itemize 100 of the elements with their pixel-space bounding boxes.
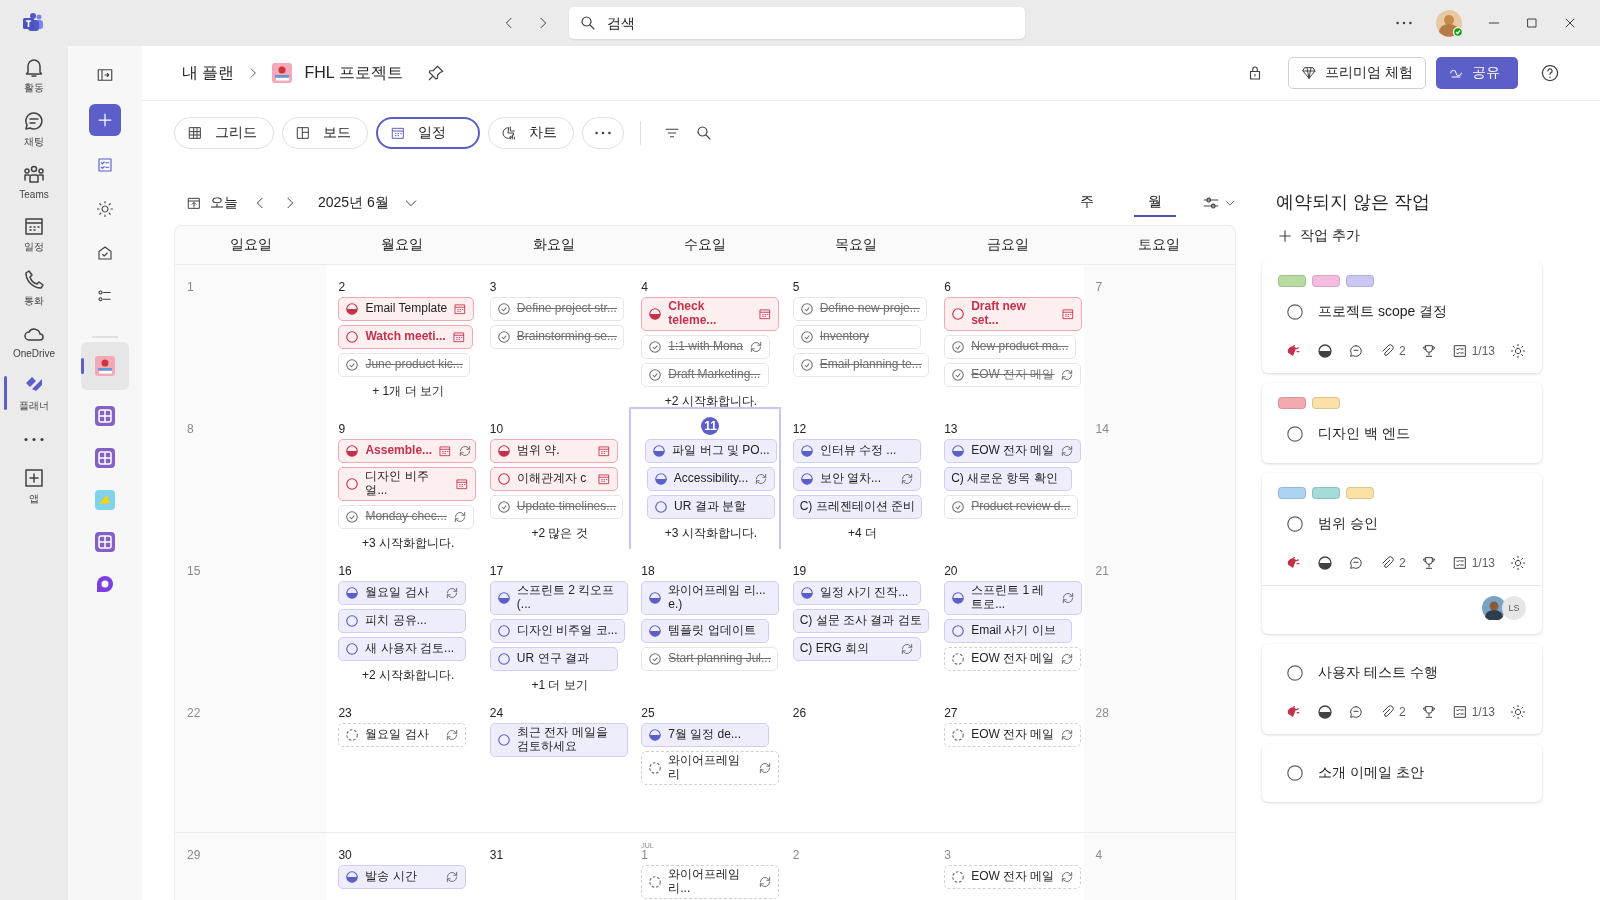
task-card[interactable]: 프로젝트 scope 결정 2 1/13 — [1262, 261, 1543, 373]
task-pill[interactable]: 스프린트 2 킥오프 (... — [489, 581, 628, 615]
task-pill[interactable]: 일정 사기 진작... — [792, 581, 921, 605]
help-icon[interactable] — [1540, 63, 1560, 83]
task-card[interactable]: 소개 이메일 초안 — [1262, 744, 1543, 802]
task-pill[interactable]: 와이어프레임 리... e.) — [641, 581, 780, 615]
today-button[interactable]: 오늘 — [186, 194, 238, 212]
task-pill[interactable]: 디자인 비주얼 코... — [489, 618, 625, 643]
scale-tab[interactable]: 주 — [1066, 189, 1108, 217]
task-pill[interactable]: 범위 약. — [489, 439, 618, 463]
circle-icon[interactable] — [1286, 764, 1304, 782]
task-pill[interactable]: UR 연구 결과 — [489, 646, 618, 671]
more-link[interactable]: +1 더 보기 — [531, 676, 588, 694]
task-pill[interactable]: 피치 공유... — [338, 609, 467, 633]
task-pill[interactable]: Email 사기 이브 — [944, 618, 1073, 643]
task-card[interactable]: 디자인 백 엔드 — [1262, 383, 1543, 463]
plan-item[interactable] — [81, 342, 129, 390]
view-tab[interactable]: 보드 — [282, 117, 368, 149]
task-pill[interactable]: UR 결과 분할 — [647, 495, 775, 519]
task-pill[interactable]: EOW 전자 메일 — [944, 362, 1082, 387]
task-pill[interactable]: 인터뷰 수정 ... — [792, 439, 921, 463]
task-pill[interactable]: Monday chec... — [338, 504, 474, 529]
app-rail-item[interactable]: 통화 — [0, 265, 68, 311]
more-link[interactable]: +4 더 — [847, 525, 877, 542]
task-pill[interactable]: Define project str... — [489, 297, 624, 321]
app-rail-item[interactable]: Teams — [0, 160, 68, 203]
sun-icon[interactable] — [96, 200, 114, 218]
task-pill[interactable]: 이해관계자 c — [489, 467, 618, 491]
task-pill[interactable]: 월요일 검사 — [338, 581, 467, 605]
task-pill[interactable]: 템플릿 업데이트 — [641, 618, 770, 643]
task-pill[interactable]: Brainstorming se... — [489, 325, 624, 349]
task-pill[interactable]: Update timelines... — [489, 495, 624, 519]
more-link[interactable]: +2 많은 것 — [531, 525, 588, 542]
task-pill[interactable]: Watch meeti... — [338, 325, 473, 349]
more-icon[interactable] — [1396, 21, 1412, 25]
task-pill[interactable]: Email planning te... — [792, 353, 929, 377]
task-pill[interactable]: Assemble... — [338, 439, 477, 463]
user-avatar[interactable] — [1434, 8, 1464, 38]
maximize-icon[interactable] — [1524, 15, 1540, 31]
app-rail-item[interactable]: 활동 — [0, 52, 68, 98]
premium-button[interactable]: 프리미엄 체험 — [1288, 57, 1426, 89]
task-pill[interactable]: Start planning Jul... — [641, 646, 778, 671]
task-pill[interactable]: Inventory — [792, 325, 921, 349]
task-pill[interactable]: 새 사용자 검토... — [338, 637, 467, 661]
more-link[interactable]: +2 시작화합니다. — [664, 392, 758, 410]
task-card[interactable]: 범위 승인 2 1/13 LS — [1262, 473, 1543, 634]
task-pill[interactable]: Define new proje... — [792, 297, 927, 321]
share-button[interactable]: 공유 — [1436, 57, 1518, 89]
task-pill[interactable]: 발송 시간 — [338, 865, 467, 889]
home-check-icon[interactable] — [96, 244, 114, 262]
task-pill[interactable]: Email Template — [338, 297, 475, 321]
app-rail-item[interactable]: 일정 — [0, 211, 68, 257]
task-pill[interactable]: 와이어프레임 리 — [641, 751, 780, 785]
checklist-icon[interactable] — [96, 156, 114, 174]
task-pill[interactable]: EOW 전자 메일 — [944, 439, 1082, 463]
task-pill[interactable]: Draft Marketing... — [641, 362, 770, 387]
task-pill[interactable]: C) ERG 회의 — [792, 637, 921, 661]
task-pill[interactable]: 월요일 검사 — [338, 723, 467, 747]
task-pill[interactable]: C) 설문 조사 결과 검토 — [792, 609, 929, 633]
task-pill[interactable]: 7월 일정 de... — [641, 723, 770, 747]
task-pill[interactable]: 1:1 with Mona — [641, 334, 770, 359]
circle-icon[interactable] — [1286, 515, 1304, 533]
search-icon[interactable] — [695, 124, 713, 142]
task-pill[interactable]: EOW 전자 메일 — [944, 723, 1082, 747]
more-link[interactable]: +3 시작화합니다. — [361, 534, 455, 552]
app-rail-item[interactable]: 플래너 — [0, 370, 68, 416]
task-pill[interactable]: 최근 전자 메일을 검토하세요 — [489, 723, 628, 757]
add-button[interactable] — [89, 104, 121, 136]
add-task-button[interactable]: 작업 추가 — [1276, 227, 1544, 245]
task-pill[interactable]: Check teleme... — [641, 297, 780, 331]
scale-tab[interactable]: 월 — [1134, 189, 1176, 217]
task-pill[interactable]: 스프린트 1 레트로... — [944, 581, 1083, 615]
breadcrumb-link[interactable]: 내 플랜 — [182, 62, 235, 84]
app-rail-item[interactable]: 앱 — [0, 463, 68, 509]
task-pill[interactable]: C) 프레젠테이션 준비 — [792, 495, 923, 519]
view-tab[interactable]: 일정 — [376, 117, 480, 149]
task-pill[interactable]: Product review d... — [944, 495, 1078, 519]
view-tab[interactable]: 그리드 — [174, 117, 274, 149]
search-field[interactable]: 검색 — [569, 7, 1025, 39]
task-pill[interactable]: Draft new set... — [944, 297, 1083, 331]
month-picker[interactable]: 2025년 6월 — [318, 194, 419, 212]
task-pill[interactable]: 디자인 비주얼... — [338, 467, 477, 501]
sidebar-toggle-icon[interactable] — [96, 66, 114, 84]
search-input[interactable]: 검색 — [605, 14, 1015, 32]
circle-icon[interactable] — [1286, 425, 1304, 443]
task-pill[interactable]: 와이어프레임 리... — [641, 865, 780, 899]
app-rail-item[interactable]: 채팅 — [0, 106, 68, 152]
task-pill[interactable]: June product kic... — [338, 353, 470, 377]
more-link[interactable]: +3 시작화합니다. — [664, 525, 758, 542]
task-card[interactable]: 사용자 테스트 수행 2 1/13 — [1262, 644, 1543, 734]
circle-icon[interactable] — [1286, 664, 1304, 682]
task-pill[interactable]: New product ma... — [944, 334, 1076, 359]
pin-icon[interactable] — [426, 64, 445, 82]
more-link[interactable]: +2 시작화합니다. — [361, 667, 455, 684]
task-pill[interactable]: 파일 버그 및 PO... — [645, 439, 777, 463]
circle-icon[interactable] — [1286, 303, 1304, 321]
view-tab[interactable]: 차트 — [488, 117, 574, 149]
task-pill[interactable]: EOW 전자 메일 — [944, 865, 1082, 889]
task-pill[interactable]: C) 새로운 항목 확인 — [944, 467, 1073, 491]
task-pill[interactable]: EOW 전자 메일 — [944, 646, 1082, 671]
